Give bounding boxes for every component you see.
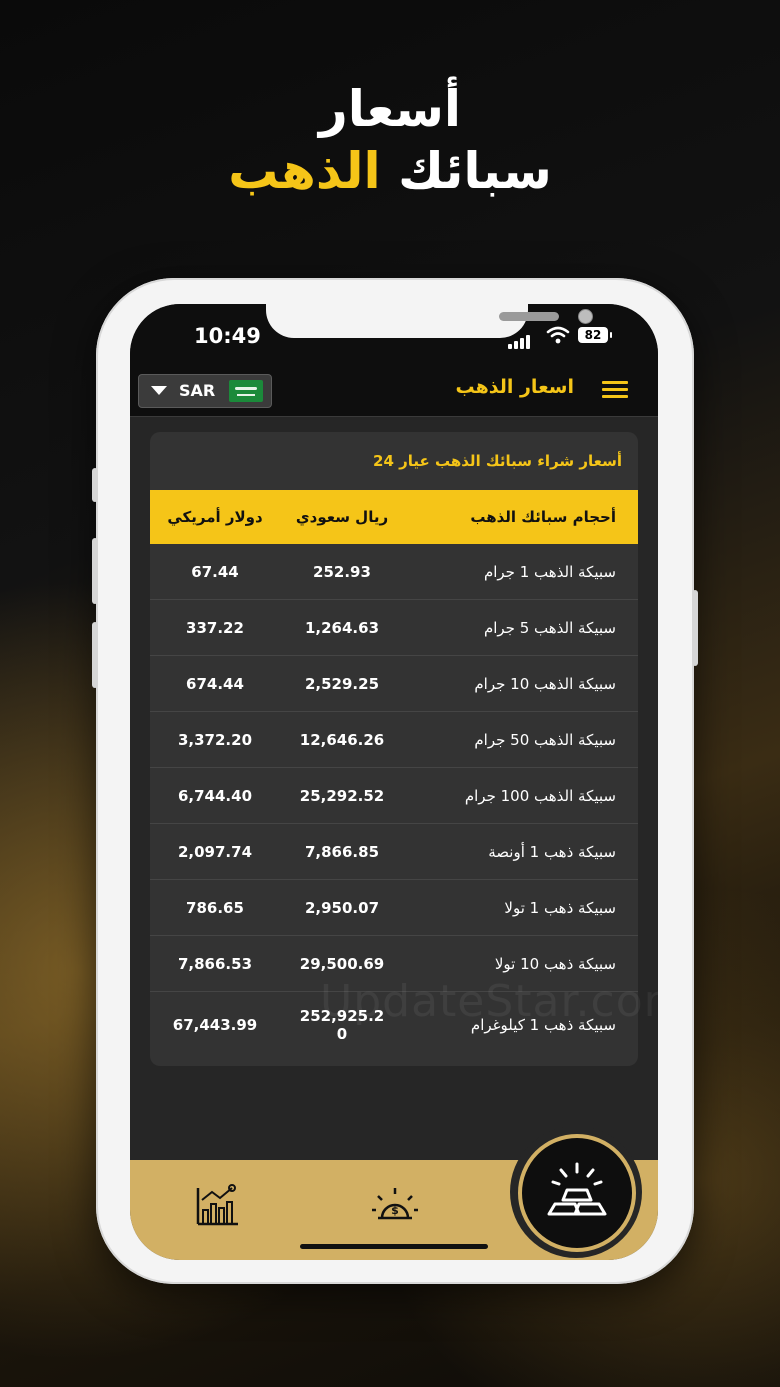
price-sar-cell: 25,292.52 <box>299 786 385 805</box>
table-row: سبيكة الذهب 100 جرام 25,292.52 6,744.40 <box>150 768 638 824</box>
bar-size-cell: سبيكة ذهب 1 أونصة <box>488 842 616 861</box>
column-header-usd: دولار أمريكي <box>167 508 263 526</box>
bar-size-cell: سبيكة الذهب 10 جرام <box>474 674 616 693</box>
home-indicator <box>300 1244 488 1249</box>
table-row: سبيكة ذهب 1 تولا 2,950.07 786.65 <box>150 880 638 936</box>
front-camera <box>578 309 593 324</box>
price-usd-cell: 2,097.74 <box>177 842 253 861</box>
price-usd-cell: 6,744.40 <box>177 786 253 805</box>
price-usd-cell: 67,443.99 <box>172 1016 258 1034</box>
hamburger-icon[interactable] <box>602 381 628 399</box>
saudi-flag-icon <box>229 380 263 402</box>
price-sar-cell: 29,500.69 <box>299 954 385 973</box>
price-sar-cell: 252.93 <box>313 562 371 581</box>
caret-down-icon <box>151 386 167 395</box>
price-usd-cell: 7,866.53 <box>177 954 253 973</box>
bar-size-cell: سبيكة الذهب 5 جرام <box>483 618 616 637</box>
mute-switch <box>92 468 98 502</box>
page-title: اسعار الذهب <box>455 376 574 398</box>
speaker <box>499 312 559 321</box>
gold-coin-sun-icon[interactable]: $ <box>370 1180 420 1230</box>
app-header: SAR اسعار الذهب <box>130 364 658 417</box>
currency-dropdown[interactable]: SAR <box>138 374 272 408</box>
bar-size-cell: سبيكة ذهب 1 تولا <box>504 898 616 917</box>
bar-size-cell: سبيكة ذهب 10 تولا <box>494 954 616 973</box>
chart-icon[interactable] <box>192 1180 242 1230</box>
price-usd-cell: 337.22 <box>186 618 244 637</box>
table-row: سبيكة ذهب 1 أونصة 7,866.85 2,097.74 <box>150 824 638 880</box>
card-title: أسعار شراء سبائك الذهب عيار 24 <box>373 452 622 470</box>
bar-size-cell: سبيكة الذهب 1 جرام <box>483 562 616 581</box>
app-screen: 10:49 82 SAR اسعار الذهب أسعار شراء سبائ… <box>130 304 658 1260</box>
table-row: سبيكة الذهب 10 جرام 2,529.25 674.44 <box>150 656 638 712</box>
promo-line-2-gold: الذهب <box>228 142 381 200</box>
prices-card: أسعار شراء سبائك الذهب عيار 24 أحجام سبا… <box>150 432 638 1066</box>
promo-title: أسعار سبائك الذهب <box>0 78 780 202</box>
price-sar-cell: 7,866.85 <box>304 842 380 861</box>
nav-gold-bars[interactable] <box>518 1134 636 1252</box>
price-usd-cell: 3,372.20 <box>177 730 253 749</box>
promo-line-2: سبائك الذهب <box>0 140 780 202</box>
status-time: 10:49 <box>194 324 261 348</box>
price-sar-cell: 12,646.26 <box>299 730 385 749</box>
phone-frame: 10:49 82 SAR اسعار الذهب أسعار شراء سبائ… <box>92 278 698 1284</box>
currency-code: SAR <box>179 381 216 400</box>
price-usd-cell: 67.44 <box>191 562 239 581</box>
promo-line-2-white: سبائك <box>398 142 552 200</box>
price-usd-cell: 674.44 <box>186 674 244 693</box>
volume-down-button <box>92 622 98 688</box>
bar-size-cell: سبيكة الذهب 50 جرام <box>474 730 616 749</box>
table-row: سبيكة الذهب 1 جرام 252.93 67.44 <box>150 544 638 600</box>
wifi-icon <box>546 326 570 344</box>
notch <box>266 304 593 338</box>
gold-bars-icon <box>547 1162 607 1216</box>
table-row: سبيكة الذهب 50 جرام 12,646.26 3,372.20 <box>150 712 638 768</box>
promo-line-1: أسعار <box>318 80 462 138</box>
bar-size-cell: سبيكة الذهب 100 جرام <box>464 786 616 805</box>
battery-indicator: 82 <box>578 327 612 343</box>
price-usd-cell: 786.65 <box>186 898 244 917</box>
watermark: UpdateStar.com <box>320 976 658 1027</box>
table-row: سبيكة الذهب 5 جرام 1,264.63 337.22 <box>150 600 638 656</box>
price-sar-cell: 2,529.25 <box>304 674 380 693</box>
column-header-sar: ريال سعودي <box>295 508 389 526</box>
svg-text:$: $ <box>391 1204 399 1217</box>
volume-up-button <box>92 538 98 604</box>
price-sar-cell: 2,950.07 <box>304 898 380 917</box>
power-button <box>692 590 698 666</box>
column-header-size: أحجام سبائك الذهب <box>470 508 616 526</box>
price-sar-cell: 1,264.63 <box>304 618 380 637</box>
table-header: أحجام سبائك الذهب ريال سعودي دولار أمريك… <box>150 490 638 544</box>
